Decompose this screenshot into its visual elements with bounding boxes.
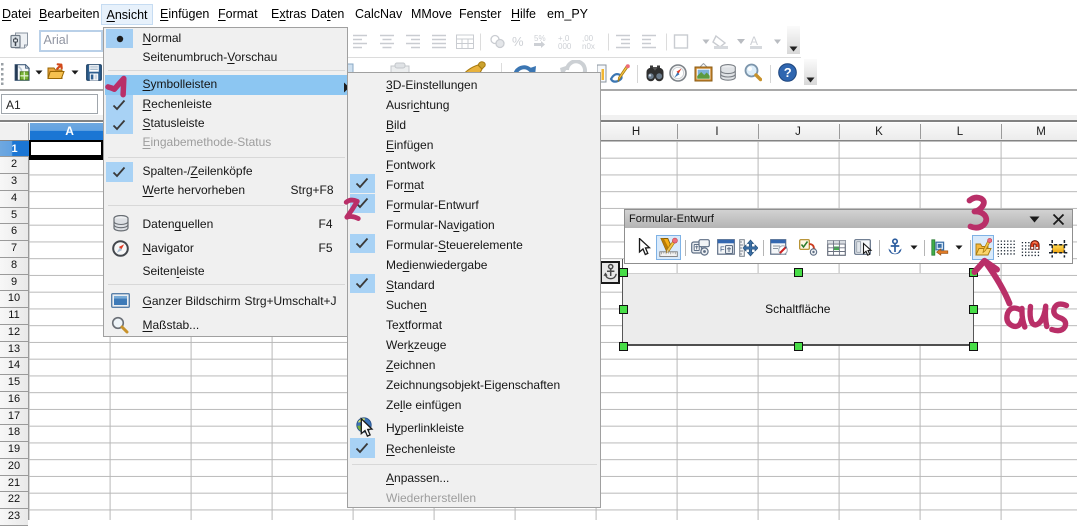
svg-text:000: 000 bbox=[558, 42, 572, 51]
svg-text:n0x: n0x bbox=[582, 42, 595, 51]
svg-text:F: F bbox=[720, 245, 725, 254]
svg-text:A: A bbox=[750, 34, 758, 48]
svg-text:%: % bbox=[512, 34, 524, 49]
svg-text:5%: 5% bbox=[534, 34, 546, 43]
svg-text:?: ? bbox=[783, 65, 791, 80]
